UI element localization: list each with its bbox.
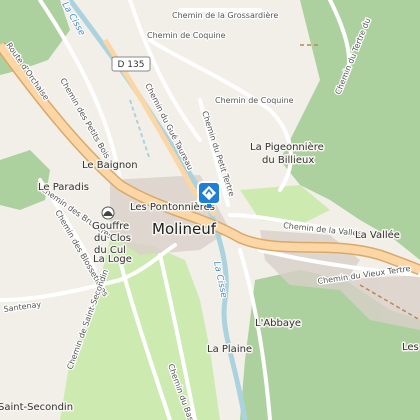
svg-text:du Billieux: du Billieux: [262, 155, 314, 166]
cave-icon[interactable]: [101, 206, 115, 220]
place-label: Les: [402, 342, 419, 353]
road-shield-d135: D 135: [111, 56, 151, 72]
street-label: Chemin de Coquine: [215, 96, 294, 105]
street-label: Chemin de la Grossardière: [172, 10, 278, 20]
svg-text:du Clos: du Clos: [94, 233, 131, 244]
town-label: Molineuf: [152, 220, 217, 238]
place-label-gouffre: Gouffre du Clos du Cul: [91, 220, 133, 258]
svg-text:Gouffre: Gouffre: [92, 221, 129, 232]
place-label: La Loge: [93, 254, 132, 265]
road-shield-label: D 135: [118, 60, 145, 70]
place-label: La Vallée: [355, 229, 400, 241]
svg-text:La Pigeonnière: La Pigeonnière: [250, 141, 324, 153]
location-marker-icon[interactable]: [197, 181, 221, 208]
map-view[interactable]: D 135 Chemin de la Grossardière Chemin d…: [0, 0, 420, 420]
map-canvas[interactable]: D 135 Chemin de la Grossardière Chemin d…: [0, 0, 420, 420]
place-label: La Plaine: [207, 344, 252, 355]
place-label: Le Baignon: [82, 160, 138, 171]
place-label: Le Paradis: [38, 182, 89, 193]
street-label: Chemin de Coquine: [147, 31, 226, 40]
place-label: L'Abbaye: [255, 318, 301, 329]
place-label: Saint-Secondin: [0, 402, 73, 413]
